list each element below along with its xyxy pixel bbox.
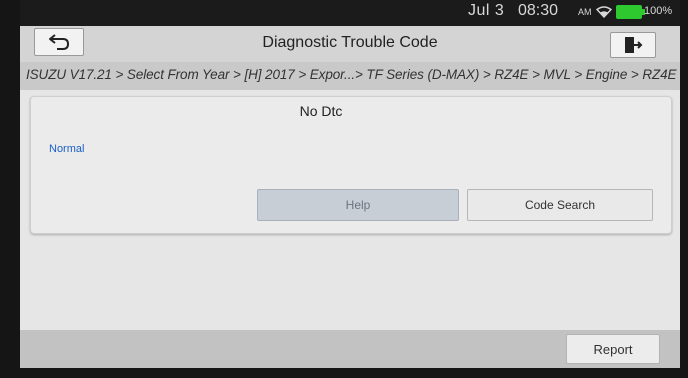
status-bar: Jul 3 08:30 AM 100% (20, 0, 680, 26)
dtc-result-title: No Dtc (299, 103, 343, 119)
help-button[interactable]: Help (257, 189, 459, 221)
exit-button[interactable] (610, 32, 656, 58)
exit-door-icon (625, 37, 643, 53)
status-date: Jul 3 (468, 2, 505, 19)
report-button[interactable]: Report (566, 334, 660, 364)
page-title: Diagnostic Trouble Code (262, 34, 438, 51)
breadcrumb: ISUZU V17.21 > Select From Year > [H] 20… (20, 62, 680, 90)
status-ampm: AM (578, 7, 592, 17)
code-search-button[interactable]: Code Search (467, 189, 653, 221)
status-battery-level: 100% (644, 5, 673, 17)
device-frame: Jul 3 08:30 AM 100% Diagnostic Trouble C… (0, 0, 688, 378)
status-time: 08:30 (518, 2, 559, 19)
battery-icon (616, 5, 645, 19)
dtc-panel: No Dtc Normal Help Code Search (30, 96, 672, 234)
title-bar: Diagnostic Trouble Code (20, 26, 680, 62)
system-status: Normal (49, 143, 85, 155)
breadcrumb-path: ISUZU V17.21 > Select From Year > [H] 20… (26, 67, 677, 82)
wifi-icon (596, 6, 612, 18)
bottom-toolbar: Report (20, 330, 680, 368)
screen: Jul 3 08:30 AM 100% Diagnostic Trouble C… (20, 0, 680, 368)
